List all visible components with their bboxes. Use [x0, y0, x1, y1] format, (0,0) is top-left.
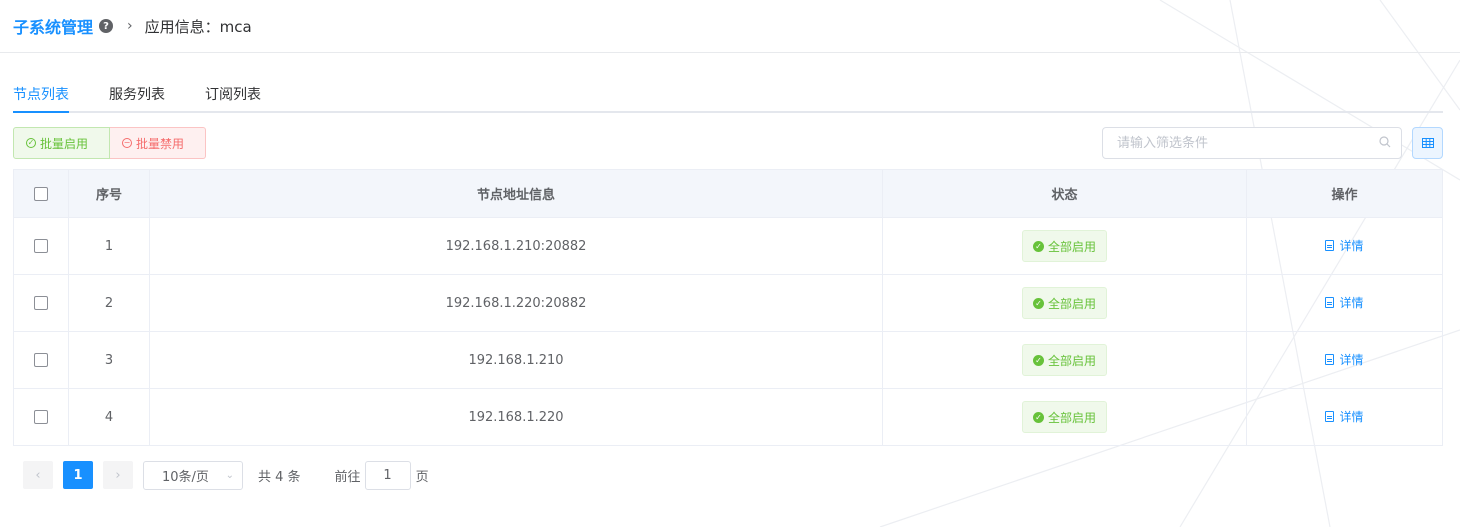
status-label: 全部启用: [1047, 353, 1096, 368]
detail-label: 详情: [1339, 410, 1364, 424]
header-select-all: [13, 169, 69, 218]
document-icon: [1325, 354, 1335, 365]
row-index: 2: [68, 274, 150, 332]
status-label: 全部启用: [1047, 296, 1096, 311]
node-table: 序号 节点地址信息 状态 操作 1 192.168.1.210:20882 ✓ …: [13, 169, 1443, 446]
help-icon[interactable]: ?: [99, 19, 114, 33]
detail-link[interactable]: 详情: [1325, 294, 1364, 311]
row-index: 3: [68, 331, 150, 389]
table-row: 1 192.168.1.210:20882 ✓ 全部启用 详情: [13, 217, 1443, 275]
minus-circle-icon: −: [122, 138, 132, 148]
detail-label: 详情: [1339, 353, 1364, 367]
table-header-row: 序号 节点地址信息 状态 操作: [13, 169, 1443, 218]
detail-label: 详情: [1339, 239, 1364, 253]
row-status-cell: ✓ 全部启用: [882, 217, 1247, 275]
row-actions-cell: 详情: [1246, 388, 1443, 446]
row-status-cell: ✓ 全部启用: [882, 331, 1247, 389]
check-circle-icon: ✓: [1032, 240, 1044, 252]
row-select-cell: [13, 217, 69, 275]
header-index: 序号: [68, 169, 150, 218]
row-actions-cell: 详情: [1246, 274, 1443, 332]
tab-service-list[interactable]: 服务列表: [109, 84, 165, 104]
header-actions: 操作: [1246, 169, 1443, 218]
tab-subscription-list[interactable]: 订阅列表: [205, 84, 261, 104]
chevron-right-icon: ›: [127, 18, 133, 34]
filter-search-input[interactable]: [1103, 128, 1363, 158]
goto-label: 前往: [334, 469, 361, 485]
chevron-right-icon: ›: [115, 467, 121, 483]
goto-page-input[interactable]: [364, 460, 411, 490]
page-size-value: 10条/页: [162, 469, 209, 485]
row-actions-cell: 详情: [1246, 217, 1443, 275]
row-select-cell: [13, 274, 69, 332]
check-circle-icon: ✓: [1032, 411, 1044, 423]
page-title[interactable]: 子系统管理: [13, 14, 93, 38]
row-checkbox[interactable]: [34, 353, 48, 367]
batch-disable-label: 批量禁用: [136, 136, 185, 151]
column-settings-button[interactable]: [1412, 127, 1443, 159]
filter-search-box: [1102, 127, 1402, 159]
table-row: 4 192.168.1.220 ✓ 全部启用 详情: [13, 388, 1443, 446]
header-status: 状态: [882, 169, 1247, 218]
page-number-button[interactable]: 1: [63, 461, 93, 489]
batch-disable-button[interactable]: − 批量禁用: [110, 127, 206, 159]
row-checkbox[interactable]: [34, 239, 48, 253]
detail-link[interactable]: 详情: [1325, 408, 1364, 425]
row-address: 192.168.1.220:20882: [149, 274, 883, 332]
prev-page-button[interactable]: ‹: [23, 461, 53, 489]
check-circle-icon: ✓: [1032, 354, 1044, 366]
check-circle-icon: ✓: [26, 138, 36, 148]
row-select-cell: [13, 388, 69, 446]
page-size-select[interactable]: 10条/页 ⌄: [143, 460, 243, 490]
status-label: 全部启用: [1047, 410, 1096, 425]
row-select-cell: [13, 331, 69, 389]
document-icon: [1325, 297, 1335, 308]
row-actions-cell: 详情: [1246, 331, 1443, 389]
active-tab-indicator: [13, 111, 69, 113]
batch-enable-button[interactable]: ✓ 批量启用: [13, 127, 110, 159]
breadcrumb: 应用信息：mca: [144, 17, 252, 36]
status-label: 全部启用: [1047, 239, 1096, 254]
next-page-button[interactable]: ›: [103, 461, 133, 489]
status-badge: ✓ 全部启用: [1021, 344, 1107, 376]
batch-actions: ✓ 批量启用 − 批量禁用: [13, 127, 206, 159]
status-badge: ✓ 全部启用: [1021, 287, 1107, 319]
detail-link[interactable]: 详情: [1325, 237, 1364, 254]
row-status-cell: ✓ 全部启用: [882, 274, 1247, 332]
pagination: ‹ 1 › 10条/页 ⌄ 共 4 条 前往 页: [23, 460, 429, 490]
document-icon: [1325, 411, 1335, 422]
tab-bar: 节点列表 服务列表 订阅列表: [13, 80, 1443, 113]
row-address: 192.168.1.210: [149, 331, 883, 389]
row-address: 192.168.1.220: [149, 388, 883, 446]
chevron-down-icon: ⌄: [225, 469, 234, 481]
row-checkbox[interactable]: [34, 410, 48, 424]
search-icon[interactable]: [1379, 136, 1391, 148]
document-icon: [1325, 240, 1335, 251]
row-checkbox[interactable]: [34, 296, 48, 310]
row-index: 4: [68, 388, 150, 446]
batch-enable-label: 批量启用: [40, 136, 89, 151]
table-grid-icon: [1421, 138, 1434, 148]
table-row: 2 192.168.1.220:20882 ✓ 全部启用 详情: [13, 274, 1443, 332]
detail-label: 详情: [1339, 296, 1364, 310]
row-index: 1: [68, 217, 150, 275]
status-badge: ✓ 全部启用: [1021, 230, 1107, 262]
header-address: 节点地址信息: [149, 169, 883, 218]
row-address: 192.168.1.210:20882: [149, 217, 883, 275]
chevron-left-icon: ‹: [35, 467, 41, 483]
check-circle-icon: ✓: [1032, 297, 1044, 309]
select-all-checkbox[interactable]: [34, 186, 48, 201]
row-status-cell: ✓ 全部启用: [882, 388, 1247, 446]
table-row: 3 192.168.1.210 ✓ 全部启用 详情: [13, 331, 1443, 389]
page-unit-label: 页: [415, 469, 429, 485]
total-count: 共 4 条: [258, 469, 301, 485]
status-badge: ✓ 全部启用: [1021, 401, 1107, 433]
tab-node-list[interactable]: 节点列表: [13, 84, 69, 104]
page-header: 子系统管理 ? › 应用信息：mca: [0, 0, 1460, 53]
detail-link[interactable]: 详情: [1325, 351, 1364, 368]
